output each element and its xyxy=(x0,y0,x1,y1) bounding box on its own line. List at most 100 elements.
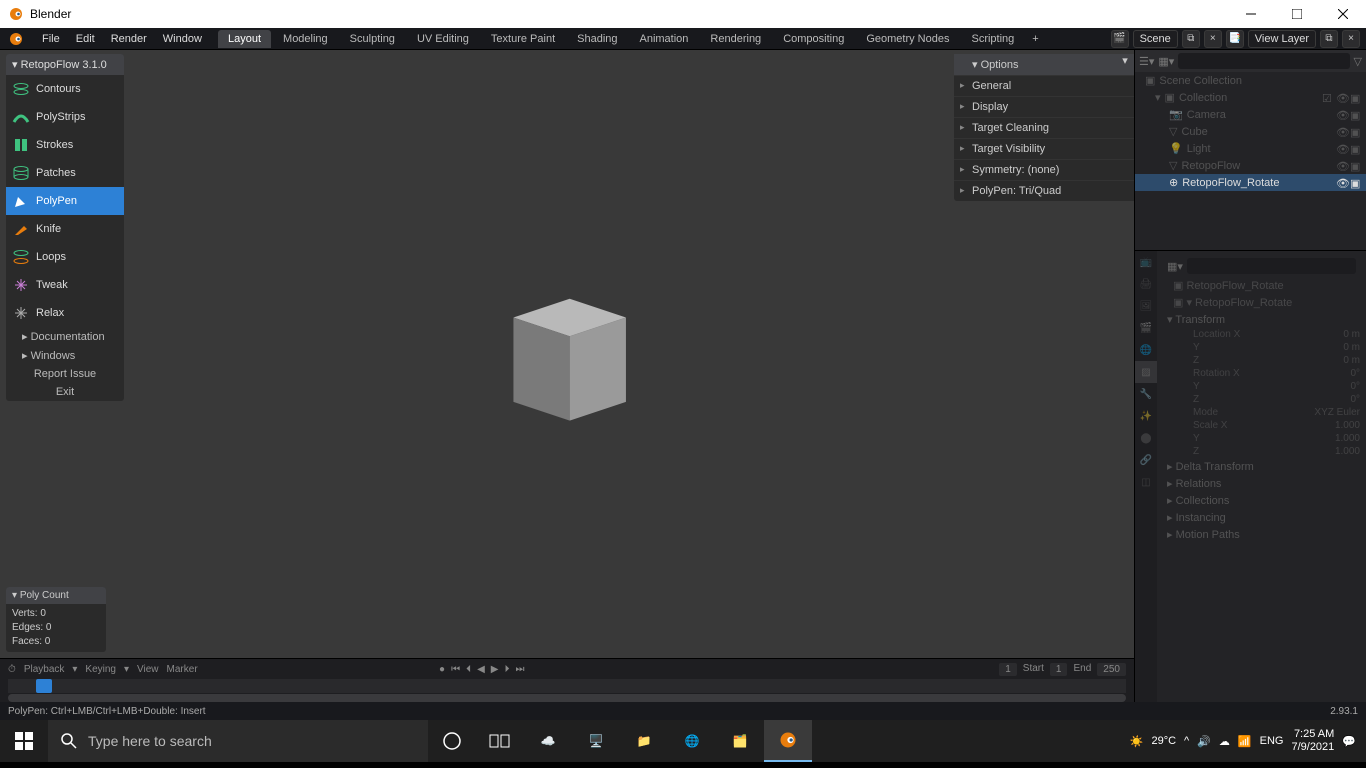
filter-icon[interactable]: ▽ xyxy=(1354,55,1362,68)
proptab-particles[interactable]: ✨ xyxy=(1135,405,1157,427)
section-delta[interactable]: ▸ Delta Transform xyxy=(1163,458,1360,475)
close-button[interactable] xyxy=(1320,0,1366,28)
section-collections[interactable]: ▸ Collections xyxy=(1163,492,1360,509)
row-light[interactable]: 💡Light👁▣ xyxy=(1135,140,1366,157)
tool-relax[interactable]: Relax xyxy=(6,299,124,327)
prop-mode-icon[interactable]: ▦▾ xyxy=(1167,260,1183,273)
rf-documentation[interactable]: ▸ Documentation xyxy=(6,327,124,346)
row-camera[interactable]: 📷Camera👁▣ xyxy=(1135,106,1366,123)
tab-sculpting[interactable]: Sculpting xyxy=(340,30,405,48)
tool-contours[interactable]: Contours xyxy=(6,75,124,103)
app2-icon[interactable]: 🗂️ xyxy=(716,720,764,762)
tl-view[interactable]: View xyxy=(137,664,159,675)
section-relations[interactable]: ▸ Relations xyxy=(1163,475,1360,492)
volume-icon[interactable]: 🔊 xyxy=(1197,735,1211,748)
prop-search[interactable] xyxy=(1187,258,1356,274)
scene-selector[interactable]: Scene xyxy=(1133,30,1178,48)
opt-target-cleaning[interactable]: Target Cleaning xyxy=(954,117,1134,138)
proptab-modifier[interactable]: 🔧 xyxy=(1135,383,1157,405)
network-icon[interactable]: ☁ xyxy=(1219,735,1230,748)
breadcrumb-obj[interactable]: ▣ RetopoFlow_Rotate xyxy=(1163,277,1360,294)
row-cube[interactable]: ▽Cube👁▣ xyxy=(1135,123,1366,140)
explorer-icon[interactable]: 📁 xyxy=(620,720,668,762)
section-motionpaths[interactable]: ▸ Motion Paths xyxy=(1163,526,1360,543)
start-button[interactable] xyxy=(0,720,48,762)
tab-shading[interactable]: Shading xyxy=(567,30,627,48)
opt-symmetry[interactable]: Symmetry: (none) xyxy=(954,159,1134,180)
polycount-title[interactable]: ▾ Poly Count xyxy=(6,587,106,604)
section-instancing[interactable]: ▸ Instancing xyxy=(1163,509,1360,526)
opt-polypen-mode[interactable]: PolyPen: Tri/Quad xyxy=(954,180,1134,201)
options-title[interactable]: ▾ Options xyxy=(954,54,1134,75)
onedrive-icon[interactable]: ☁️ xyxy=(524,720,572,762)
menu-window[interactable]: Window xyxy=(155,33,210,45)
notifications-icon[interactable]: 💬 xyxy=(1342,735,1356,748)
timeline-scrollbar[interactable] xyxy=(8,694,1126,702)
edge-icon[interactable]: 🌐 xyxy=(668,720,716,762)
outliner-mode-icon[interactable]: ☰▾ xyxy=(1139,55,1154,68)
viewlayer-selector[interactable]: View Layer xyxy=(1248,30,1316,48)
proptab-viewlayer[interactable]: 🖼 xyxy=(1135,295,1157,317)
tool-loops[interactable]: Loops xyxy=(6,243,124,271)
row-scene-collection[interactable]: ▣Scene Collection xyxy=(1135,72,1366,89)
end-frame[interactable]: 250 xyxy=(1097,663,1126,676)
tool-knife[interactable]: Knife xyxy=(6,215,124,243)
tool-strokes[interactable]: Strokes xyxy=(6,131,124,159)
proptab-data[interactable]: ◫ xyxy=(1135,471,1157,493)
outliner-search[interactable] xyxy=(1178,53,1349,69)
outliner-display-icon[interactable]: ▦▾ xyxy=(1158,55,1174,68)
tab-layout[interactable]: Layout xyxy=(218,30,271,48)
menu-render[interactable]: Render xyxy=(103,33,155,45)
proptab-world[interactable]: 🌐 xyxy=(1135,339,1157,361)
start-frame[interactable]: 1 xyxy=(1050,663,1068,676)
tl-marker[interactable]: Marker xyxy=(167,664,198,675)
tab-texpaint[interactable]: Texture Paint xyxy=(481,30,565,48)
cortana-icon[interactable] xyxy=(428,720,476,762)
proptab-physics[interactable]: ⬤ xyxy=(1135,427,1157,449)
opt-general[interactable]: General xyxy=(954,75,1134,96)
rf-exit[interactable]: Exit xyxy=(6,383,124,401)
play-rev-icon[interactable]: ◀ xyxy=(477,664,485,675)
current-frame[interactable]: 1 xyxy=(999,663,1017,676)
play-icon[interactable]: ▶ xyxy=(491,664,499,675)
rf-windows[interactable]: ▸ Windows xyxy=(6,346,124,365)
minimize-button[interactable] xyxy=(1228,0,1274,28)
language-indicator[interactable]: ENG xyxy=(1260,735,1284,747)
tab-geonodes[interactable]: Geometry Nodes xyxy=(856,30,959,48)
new-scene-button[interactable]: ⧉ xyxy=(1182,30,1200,48)
clock[interactable]: 7:25 AM 7/9/2021 xyxy=(1291,728,1334,754)
add-workspace-button[interactable]: + xyxy=(1026,30,1044,48)
row-collection[interactable]: ▾▣Collection☑👁▣ xyxy=(1135,89,1366,106)
delete-scene-button[interactable]: × xyxy=(1204,30,1222,48)
taskview-icon[interactable] xyxy=(476,720,524,762)
opt-target-visibility[interactable]: Target Visibility xyxy=(954,138,1134,159)
tab-animation[interactable]: Animation xyxy=(630,30,699,48)
delete-layer-button[interactable]: × xyxy=(1342,30,1360,48)
autokey-icon[interactable]: ● xyxy=(439,664,445,675)
tool-patches[interactable]: Patches xyxy=(6,159,124,187)
tool-tweak[interactable]: Tweak xyxy=(6,271,124,299)
tab-rendering[interactable]: Rendering xyxy=(700,30,771,48)
keyframe-next-icon[interactable]: ⏵ xyxy=(504,664,509,675)
taskbar-search[interactable]: Type here to search xyxy=(48,720,428,762)
tab-scripting[interactable]: Scripting xyxy=(961,30,1024,48)
scene-browse-icon[interactable]: 🎬 xyxy=(1111,30,1129,48)
tab-modeling[interactable]: Modeling xyxy=(273,30,338,48)
jump-start-icon[interactable]: ⏮ xyxy=(451,664,460,675)
retopoflow-title[interactable]: ▾ RetopoFlow 3.1.0 xyxy=(6,54,124,75)
wifi-icon[interactable]: 📶 xyxy=(1238,735,1252,748)
section-transform[interactable]: ▾ Transform xyxy=(1163,311,1360,328)
tool-polystrips[interactable]: PolyStrips xyxy=(6,103,124,131)
menu-file[interactable]: File xyxy=(34,33,68,45)
maximize-button[interactable] xyxy=(1274,0,1320,28)
blender-menu-icon[interactable] xyxy=(8,30,26,48)
row-retopoflow[interactable]: ▽RetopoFlow👁▣ xyxy=(1135,157,1366,174)
menu-edit[interactable]: Edit xyxy=(68,33,103,45)
obj-name-field[interactable]: ▣ ▾ RetopoFlow_Rotate xyxy=(1163,294,1360,311)
weather-icon[interactable]: ☀️ xyxy=(1130,735,1144,748)
row-retopoflow-rotate[interactable]: ⊕RetopoFlow_Rotate👁▣ xyxy=(1135,174,1366,191)
tl-keying[interactable]: Keying xyxy=(85,664,116,675)
playhead[interactable] xyxy=(36,679,52,693)
proptab-object[interactable]: ▨ xyxy=(1135,361,1157,383)
timeline-mode-icon[interactable]: ⏱ xyxy=(8,664,16,675)
